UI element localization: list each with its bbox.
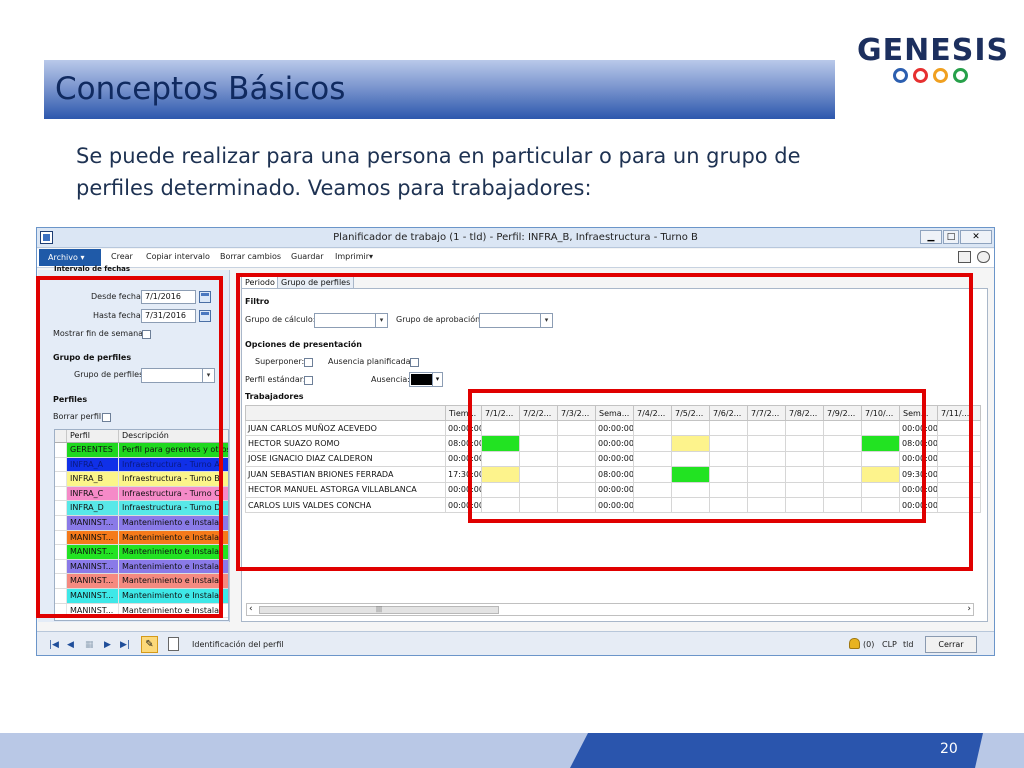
imprimir-menu-button[interactable]: Imprimir▾	[335, 252, 373, 261]
window-titlebar: Planificador de trabajo (1 - tld) - Perf…	[37, 228, 994, 248]
logo-ring	[953, 68, 968, 83]
window-title: Planificador de trabajo (1 - tld) - Perf…	[333, 232, 698, 243]
highlight-left-panel	[36, 276, 223, 618]
logo-ring	[913, 68, 928, 83]
alerts-count[interactable]: (0)	[863, 640, 874, 649]
logo-rings	[893, 68, 992, 83]
copiar-intervalo-button[interactable]: Copiar intervalo	[146, 252, 210, 261]
logo-ring	[893, 68, 908, 83]
status-bar: |◀ ◀ ▦ ▶ ▶| ✎ Identificación del perfil …	[37, 631, 994, 655]
scroll-right-icon[interactable]: ›	[967, 604, 971, 615]
footer-accent-light	[975, 733, 1024, 768]
ribbon-icons	[958, 251, 990, 263]
document-icon[interactable]	[168, 637, 179, 651]
edit-pencil-icon[interactable]: ✎	[141, 636, 158, 653]
logo-text: GENESIS	[857, 33, 1010, 68]
slide-body-line-1: Se puede realizar para una persona en pa…	[76, 144, 801, 168]
guardar-button[interactable]: Guardar	[291, 252, 324, 261]
highlight-schedule-grid	[468, 389, 926, 523]
first-record-icon[interactable]: |◀	[49, 640, 59, 650]
close-window-button[interactable]: ✕	[960, 230, 992, 244]
grid-view-icon[interactable]: ▦	[85, 640, 94, 650]
layout-icon[interactable]	[958, 251, 971, 263]
cerrar-button[interactable]: Cerrar	[925, 636, 977, 653]
help-icon[interactable]	[977, 251, 990, 263]
interval-header: Intervalo de fechas	[54, 265, 131, 273]
currency-indicator: CLP	[882, 640, 897, 649]
company-indicator: tld	[903, 640, 914, 649]
slide-body-line-2: perfiles determinado. Veamos para trabaj…	[76, 176, 592, 200]
page-number: 20	[940, 741, 958, 757]
previous-record-icon[interactable]: ◀	[67, 640, 74, 650]
genesis-logo: GENESIS	[857, 33, 1010, 86]
scrollbar-thumb[interactable]: |||	[259, 606, 499, 614]
minimize-button[interactable]: ▁	[920, 230, 942, 244]
action-ribbon: Archivo ▾ Crear Copiar intervalo Borrar …	[37, 249, 994, 268]
slide-title-bar: Conceptos Básicos	[44, 60, 835, 119]
borrar-cambios-button[interactable]: Borrar cambios	[220, 252, 281, 261]
last-record-icon[interactable]: ▶|	[120, 640, 130, 650]
bell-icon[interactable]	[849, 638, 860, 649]
logo-ring	[933, 68, 948, 83]
crear-button[interactable]: Crear	[111, 252, 133, 261]
next-record-icon[interactable]: ▶	[104, 640, 111, 650]
slide-body-text: Se puede realizar para una persona en pa…	[76, 140, 896, 204]
archivo-label: Archivo	[48, 253, 78, 262]
horizontal-scrollbar[interactable]: ‹ ||| ›	[246, 603, 974, 616]
archivo-menu-button[interactable]: Archivo ▾	[39, 249, 101, 266]
maximize-button[interactable]: □	[943, 230, 959, 244]
slide-title: Conceptos Básicos	[55, 71, 346, 107]
status-field-label: Identificación del perfil	[192, 640, 284, 649]
scroll-left-icon[interactable]: ‹	[249, 604, 253, 615]
